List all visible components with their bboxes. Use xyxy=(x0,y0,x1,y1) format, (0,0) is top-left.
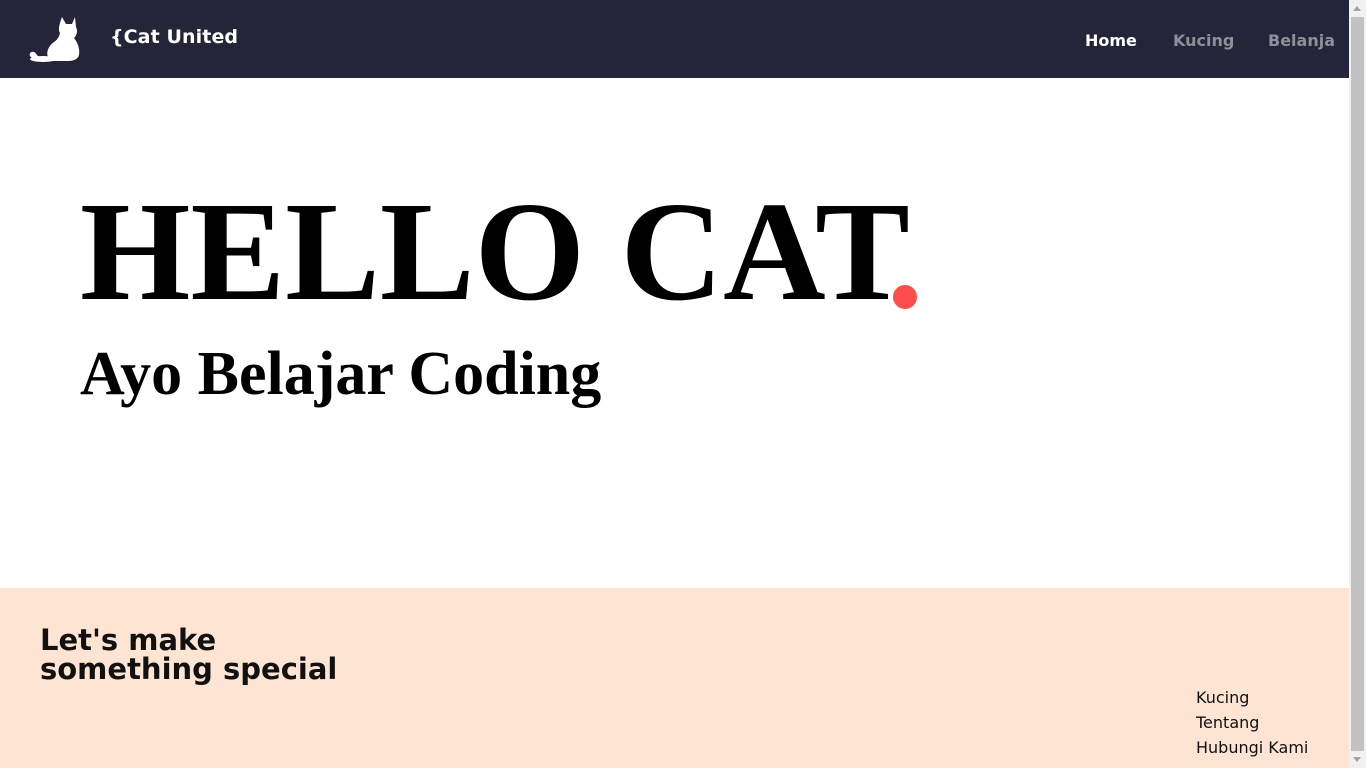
hero-title: HELLO CAT xyxy=(80,172,910,330)
hero-subtitle: Ayo Belajar Coding xyxy=(80,340,602,408)
scroll-up-arrow-icon[interactable] xyxy=(1353,6,1361,11)
brand-name[interactable]: {Cat United xyxy=(110,26,238,48)
footer-link-kucing[interactable]: Kucing xyxy=(1196,685,1308,710)
page: {Cat United Home Kucing Belanja HELLO CA… xyxy=(0,0,1366,768)
scroll-down-arrow-icon[interactable] xyxy=(1353,757,1361,762)
footer-links: Kucing Tentang Hubungi Kami xyxy=(1196,685,1308,760)
scroll-thumb[interactable] xyxy=(1351,17,1364,751)
cat-logo-icon[interactable] xyxy=(28,13,82,63)
hero-accent-dot xyxy=(893,285,917,309)
footer-heading-line2: something special xyxy=(40,652,338,686)
vertical-scrollbar[interactable] xyxy=(1349,0,1366,768)
footer-link-hubungi-kami[interactable]: Hubungi Kami xyxy=(1196,735,1308,760)
nav-home[interactable]: Home xyxy=(1085,31,1137,50)
footer-link-tentang[interactable]: Tentang xyxy=(1196,710,1308,735)
nav-belanja[interactable]: Belanja xyxy=(1268,31,1335,50)
navbar: {Cat United Home Kucing Belanja xyxy=(0,0,1349,78)
footer-heading: Let's make something special xyxy=(40,626,337,684)
nav-kucing[interactable]: Kucing xyxy=(1173,31,1234,50)
footer: Let's make something special Kucing Tent… xyxy=(0,588,1349,768)
